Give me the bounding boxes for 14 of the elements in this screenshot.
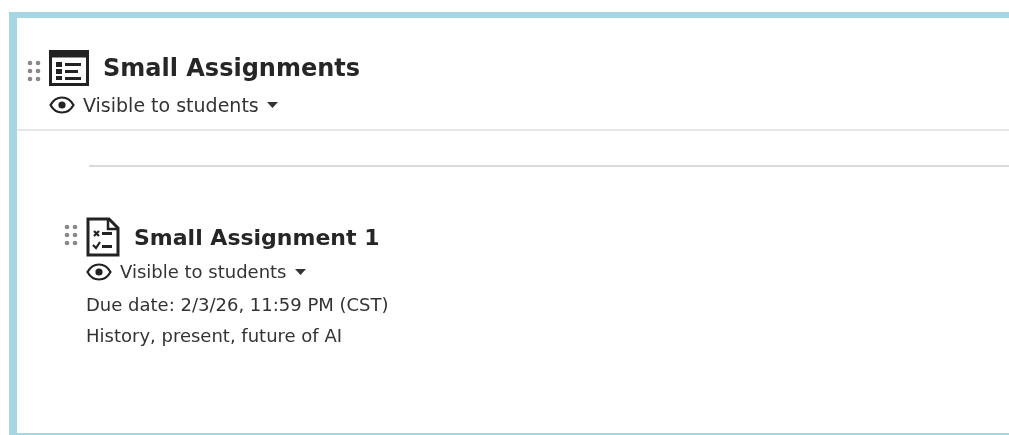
caret-icon — [266, 102, 278, 108]
due-date: Due date: 2/3/26, 11:59 PM (CST) — [86, 294, 389, 315]
eye-icon — [86, 262, 112, 281]
assignment-title[interactable]: Small Assignment 1 — [134, 224, 380, 250]
content-folder-icon — [49, 50, 89, 86]
caret-icon — [294, 268, 306, 275]
visibility-dropdown[interactable]: Visible to students — [49, 94, 361, 116]
drag-handle-icon[interactable] — [27, 60, 41, 82]
section-title[interactable]: Small Assignments — [103, 54, 361, 82]
visibility-dropdown[interactable]: Visible to students — [86, 261, 389, 282]
assignment-document-icon — [86, 217, 120, 257]
assignment-description: History, present, future of AI — [86, 325, 344, 346]
eye-icon — [49, 96, 75, 114]
drag-handle-icon[interactable] — [64, 224, 78, 246]
